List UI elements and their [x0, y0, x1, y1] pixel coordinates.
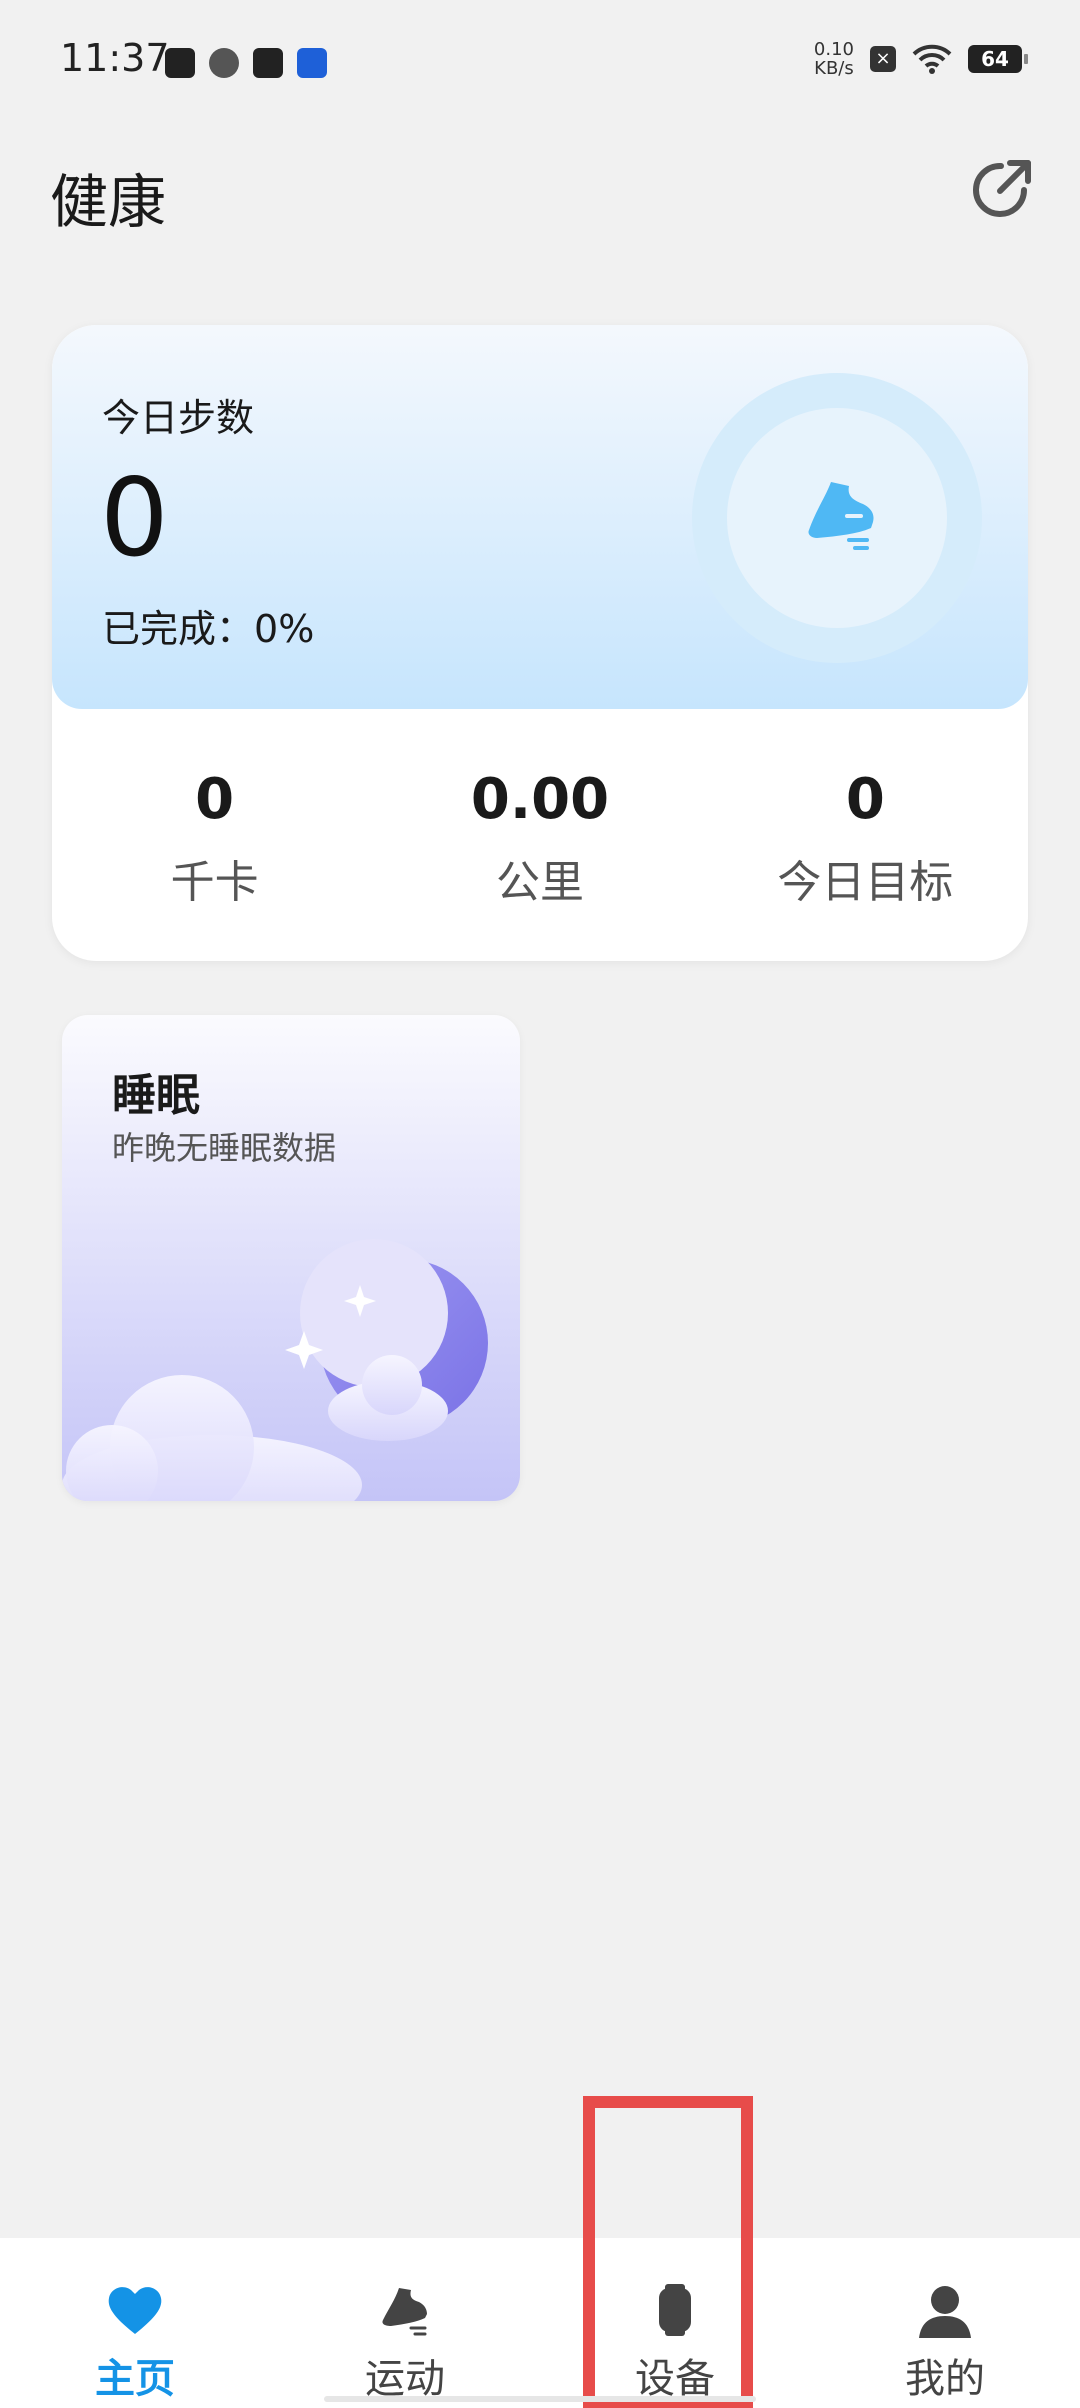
network-speed-unit: KB/s: [814, 58, 854, 79]
heart-icon: [108, 2287, 162, 2334]
bottom-nav: 主页 运动 设备 我的: [0, 2238, 1080, 2408]
cloud-app-icon: [297, 48, 327, 78]
steps-card[interactable]: 今日步数 0 已完成：0% 0 千卡 0.00 公里 0 今日目标: [52, 325, 1028, 961]
watch-icon: [659, 2284, 691, 2336]
share-icon[interactable]: [966, 155, 1036, 225]
running-shoe-icon: [808, 482, 874, 550]
stat-label: 今日目标: [777, 857, 954, 908]
completion-text: 已完成：0%: [102, 598, 314, 653]
nav-label: 主页: [95, 2356, 175, 2402]
moon-cloud-illustration: [62, 1239, 488, 1501]
status-indicators: 0.10 KB/s × 64: [814, 40, 1028, 78]
status-app-icons: [165, 48, 327, 78]
page-title: 健康: [50, 168, 167, 236]
steps-progress-ring: [692, 373, 982, 663]
wifi-icon: [912, 44, 952, 74]
network-speed-value: 0.10: [813, 39, 854, 60]
sleep-title: 睡眠: [112, 1070, 200, 1121]
stat-value: 0: [845, 767, 885, 832]
tiktok-icon: [165, 48, 195, 78]
mail-icon: [253, 48, 283, 78]
steps-value: 0: [100, 456, 169, 581]
nav-sport[interactable]: 运动: [270, 2238, 540, 2408]
sleep-subtitle: 昨晚无睡眠数据: [112, 1129, 337, 1167]
stat-value: 0: [195, 767, 235, 832]
completion-label: 已完成：: [102, 607, 255, 651]
nav-profile[interactable]: 我的: [810, 2238, 1080, 2408]
no-sim-icon: ×: [870, 46, 896, 72]
app-notification-icon: [209, 48, 239, 78]
steps-summary: 今日步数 0 已完成：0%: [52, 325, 1028, 709]
status-bar: 11:37 0.10 KB/s × 64: [0, 0, 1080, 120]
stat-distance: 0.00 公里: [377, 709, 702, 961]
nav-device[interactable]: 设备: [540, 2238, 810, 2408]
network-speed: 0.10 KB/s: [814, 40, 854, 78]
sleep-card[interactable]: 睡眠 昨晚无睡眠数据: [62, 1015, 520, 1501]
stat-label: 公里: [495, 857, 584, 908]
nav-home[interactable]: 主页: [0, 2238, 270, 2408]
steps-label: 今日步数: [102, 396, 255, 440]
stat-goal: 0 今日目标: [703, 709, 1028, 961]
user-icon: [919, 2286, 971, 2338]
stats-row: 0 千卡 0.00 公里 0 今日目标: [52, 709, 1028, 961]
shoe-icon: [382, 2288, 427, 2336]
battery-icon: 64: [968, 45, 1028, 73]
home-indicator[interactable]: [324, 2396, 756, 2402]
status-time: 11:37: [60, 36, 170, 80]
nav-label: 我的: [905, 2356, 985, 2402]
completion-value: 0%: [254, 607, 315, 651]
stat-label: 千卡: [170, 857, 259, 908]
stat-calories: 0 千卡: [52, 709, 377, 961]
stat-value: 0.00: [470, 767, 610, 832]
